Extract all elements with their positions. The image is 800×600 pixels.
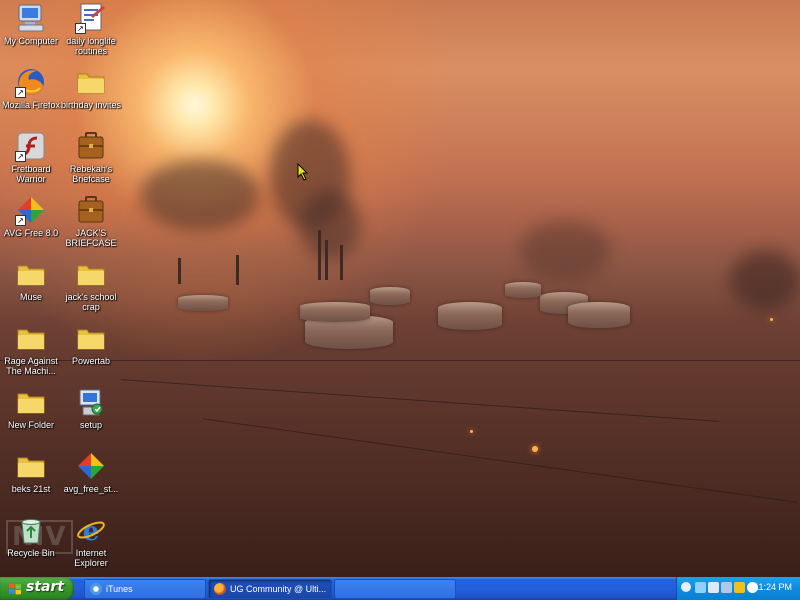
wallpaper-tank: [178, 295, 228, 311]
system-tray: 11:24 PM: [676, 577, 800, 600]
desktop-icon-label: JACK'S BRIEFCASE: [65, 228, 117, 248]
internet-explorer-icon: e: [75, 514, 107, 547]
desktop-icon-recycle-bin[interactable]: Recycle Bin: [0, 514, 62, 558]
wallpaper-fire: [532, 446, 538, 452]
folder-icon: [15, 258, 47, 290]
taskbar-item-blank[interactable]: [334, 579, 456, 599]
wallpaper-smokestack: [178, 258, 181, 284]
wallpaper-tank: [505, 282, 541, 298]
wallpaper-smokestack: [340, 245, 343, 280]
shortcut-arrow-icon: ↗: [15, 87, 26, 98]
taskbar-item-ug-community[interactable]: UG Community @ Ulti...: [208, 579, 332, 599]
volume-icon[interactable]: [708, 582, 719, 593]
taskbar-item-itunes[interactable]: iTunes: [84, 579, 206, 599]
desktop-icon-daily-longlife-routines[interactable]: ↗ daily longlife routines: [60, 2, 122, 56]
windows-flag-icon: [9, 583, 21, 595]
desktop-icon-label: Internet Explorer: [74, 548, 108, 568]
desktop-icon-label: Powertab: [71, 356, 111, 366]
display-icon[interactable]: [721, 582, 732, 593]
wallpaper-fire: [770, 318, 773, 321]
desktop-icon-avg-free[interactable]: ↗ AVG Free 8.0: [0, 194, 62, 238]
desktop-icon-internet-explorer[interactable]: e Internet Explorer: [60, 514, 122, 568]
desktop-icon-new-folder[interactable]: New Folder: [0, 386, 62, 430]
recycle-bin-icon: [15, 514, 47, 546]
wallpaper-smoke: [140, 160, 260, 230]
wallpaper-smoke: [520, 220, 610, 280]
desktop-icon-mozilla-firefox[interactable]: ↗ Mozilla Firefox: [0, 66, 62, 110]
taskbar: start iTunes UG Community @ Ulti... 11:2…: [0, 577, 800, 600]
show-hidden-icons-icon[interactable]: [681, 582, 691, 592]
start-button[interactable]: start: [0, 577, 74, 600]
wallpaper-smoke: [730, 250, 800, 310]
wallpaper-tank: [370, 287, 410, 305]
desktop-icon-label: My Computer: [3, 36, 58, 46]
desktop-icon-label: Mozilla Firefox: [1, 100, 60, 110]
avg-icon: ↗: [15, 194, 47, 226]
folder-icon: [75, 322, 107, 354]
desktop-icon-label: Muse: [19, 292, 42, 302]
wallpaper-tank: [438, 302, 502, 330]
desktop-icon-label: Rage Against The Machi...: [4, 356, 58, 376]
desktop-icon-label: setup: [79, 420, 103, 430]
desktop-icon-rebekahs-briefcase[interactable]: Rebekah's Briefcase: [60, 130, 122, 184]
desktop-icon-label: Recycle Bin: [7, 548, 55, 558]
flash-icon: ↗: [15, 130, 47, 162]
network-icon[interactable]: [695, 582, 706, 593]
desktop-icon-beks-21st[interactable]: beks 21st: [0, 450, 62, 494]
desktop-icon-label: Rebekah's Briefcase: [69, 164, 113, 184]
briefcase-icon: [75, 130, 107, 162]
wallpaper-smoke: [300, 190, 360, 260]
desktop-icon-setup[interactable]: setup: [60, 386, 122, 430]
desktop-icon-label: birthday invites: [60, 100, 122, 110]
desktop-icon-label: New Folder: [7, 420, 54, 430]
folder-icon: [15, 386, 47, 418]
document-icon: ↗: [75, 2, 107, 34]
wallpaper-smokestack: [318, 230, 321, 280]
taskbar-item-label: iTunes: [106, 584, 133, 594]
folder-icon: [75, 66, 107, 98]
shortcut-arrow-icon: ↗: [15, 151, 26, 162]
mouse-cursor-icon: [297, 163, 309, 181]
desktop-icon-rage-against-the-machine[interactable]: Rage Against The Machi...: [0, 322, 62, 376]
desktop-icon-label: AVG Free 8.0: [3, 228, 59, 238]
folder-icon: [15, 322, 47, 354]
avg-icon: [75, 450, 107, 482]
taskbar-item-label: UG Community @ Ulti...: [230, 584, 327, 594]
wallpaper-tank: [300, 302, 370, 322]
desktop-icon-label: jack's school crap: [65, 292, 117, 312]
avg-tray-icon[interactable]: [734, 582, 745, 593]
desktop-icon-my-computer[interactable]: My Computer: [0, 2, 62, 46]
wallpaper-tank: [568, 302, 630, 328]
desktop-icon-label: Fretboard Warrior: [11, 164, 51, 184]
desktop-icon-jacks-briefcase[interactable]: JACK'S BRIEFCASE: [60, 194, 122, 248]
wallpaper-ground: [120, 379, 720, 422]
desktop-icon-label: avg_free_st...: [63, 484, 119, 494]
start-label: start: [26, 579, 65, 595]
wallpaper-smokestack: [236, 255, 239, 285]
desktop-icon-label: beks 21st: [11, 484, 51, 494]
briefcase-icon: [75, 194, 107, 226]
desktop-icon-fretboard-warrior[interactable]: ↗ Fretboard Warrior: [0, 130, 62, 184]
shortcut-arrow-icon: ↗: [15, 215, 26, 226]
wallpaper-smokestack: [325, 240, 328, 280]
setup-icon: [75, 386, 107, 418]
wallpaper-fire: [470, 430, 473, 433]
my-computer-icon: [15, 2, 47, 34]
shortcut-arrow-icon: ↗: [75, 23, 86, 34]
folder-icon: [15, 450, 47, 482]
wallpaper-ground: [202, 418, 798, 503]
firefox-icon: [214, 582, 226, 595]
folder-icon: [75, 258, 107, 290]
desktop-icon-avg-free-setup[interactable]: avg_free_st...: [60, 450, 122, 494]
firefox-icon: ↗: [15, 66, 47, 98]
desktop-icon-jacks-school-crap[interactable]: jack's school crap: [60, 258, 122, 312]
desktop-icon-muse[interactable]: Muse: [0, 258, 62, 302]
itunes-icon: [90, 582, 102, 595]
desktop-icon-label: daily longlife routines: [66, 36, 116, 56]
desktop-icon-powertab[interactable]: Powertab: [60, 322, 122, 366]
taskbar-clock[interactable]: 11:24 PM: [754, 582, 792, 592]
desktop-icon-birthday-invites[interactable]: birthday invites: [60, 66, 122, 110]
